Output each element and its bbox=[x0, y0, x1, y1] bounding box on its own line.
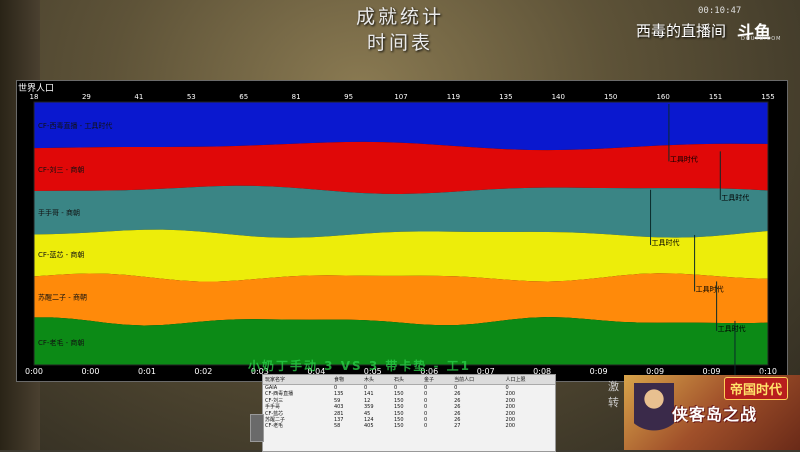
warrior-figure-icon bbox=[634, 383, 674, 447]
top-tick-label: 151 bbox=[709, 93, 722, 101]
stats-cell: 0 bbox=[505, 385, 509, 391]
time-tick-label: 0:00 bbox=[81, 367, 99, 376]
douyu-site-text: DOUYU.COM bbox=[741, 36, 782, 42]
promo-title: 侠客岛之战 bbox=[672, 405, 758, 424]
stats-row: CF-老毛 58 405 150 0 27 200 bbox=[263, 423, 555, 429]
stats-header-cell: 当前人口 bbox=[452, 375, 504, 385]
age-marker-label: 工具时代 bbox=[696, 284, 724, 293]
stats-header-cell: 金子 bbox=[422, 375, 453, 385]
top-tick-label: 119 bbox=[447, 93, 460, 101]
stats-cell: 0 bbox=[333, 385, 338, 391]
time-tick-label: 0:01 bbox=[138, 367, 156, 376]
stats-cell: 0 bbox=[454, 385, 458, 391]
time-tick-label: 0:02 bbox=[194, 367, 212, 376]
top-tick-label: 160 bbox=[656, 93, 669, 101]
top-tick-label: 65 bbox=[239, 93, 248, 101]
top-tick-label: 41 bbox=[134, 93, 143, 101]
stats-row: GAIA 0 0 0 0 0 0 bbox=[263, 385, 555, 392]
stats-cell: 0 bbox=[363, 385, 368, 391]
population-timeline-chart: 18 29 41 53 65 81 95 107 119 135 140 150 160 151 155 0:… bbox=[25, 93, 777, 379]
stats-cell: 58 bbox=[333, 423, 341, 430]
resource-stats-panel: 玩家名字 食物 木头 石头 金子 当前人口 人口上限 GAIA 0 0 0 0 0 0 CF-西毒直播 13… bbox=[262, 374, 556, 452]
series-band bbox=[34, 273, 768, 326]
scroll-handle[interactable] bbox=[250, 414, 264, 442]
time-tick-label: 0:00 bbox=[25, 367, 43, 376]
series-label: CF-西毒直播 - 工具时代 bbox=[38, 121, 112, 130]
series-band bbox=[34, 141, 768, 194]
side-text: 激 转 bbox=[608, 380, 619, 409]
series-label: 苏醒二子 - 商朝 bbox=[38, 292, 87, 301]
time-tick-label: 0:09 bbox=[590, 367, 608, 376]
stats-cell: 0 bbox=[424, 385, 428, 391]
top-tick-label: 140 bbox=[552, 93, 565, 101]
top-tick-label: 107 bbox=[394, 93, 407, 101]
top-tick-label: 155 bbox=[761, 93, 774, 101]
series-label: CF-蓝芯 - 商朝 bbox=[38, 250, 84, 259]
stats-cell: CF-老毛 bbox=[265, 423, 284, 430]
series-label: CF-老毛 - 商朝 bbox=[38, 338, 84, 347]
stats-body: GAIA 0 0 0 0 0 0 CF-西毒直播 135 141 150 0 26 200 CF-刘三 59 1… bbox=[263, 385, 555, 430]
stats-header-cell: 食物 bbox=[331, 375, 362, 385]
stats-cell: 27 bbox=[454, 423, 461, 430]
stream-overlay-text: 小奶丁手动 3 VS 3 带卡垫 - 工1 bbox=[248, 359, 472, 373]
top-tick-label: 135 bbox=[499, 93, 512, 101]
stats-cell: 150 bbox=[394, 423, 404, 430]
age-marker-label: 工具时代 bbox=[670, 154, 698, 163]
top-tick-label: 150 bbox=[604, 93, 617, 101]
promo-banner[interactable]: 帝国时代 侠客岛之战 bbox=[624, 375, 800, 450]
resource-stats-table: 玩家名字 食物 木头 石头 金子 当前人口 人口上限 GAIA 0 0 0 0 0 0 CF-西毒直播 13… bbox=[263, 375, 555, 430]
stats-cell: 200 bbox=[505, 423, 516, 430]
stats-header-cell: 人口上限 bbox=[503, 375, 555, 385]
stats-header-cell: 木头 bbox=[361, 375, 392, 385]
stats-cell: 0 bbox=[394, 385, 398, 391]
stats-header-cell: 石头 bbox=[392, 375, 423, 385]
stats-header-row: 玩家名字 食物 木头 石头 金子 当前人口 人口上限 bbox=[263, 375, 555, 385]
top-tick-label: 18 bbox=[30, 93, 39, 101]
streamer-room-name: 西毒的直播间 bbox=[636, 22, 727, 40]
game-clock: 00:10:47 bbox=[698, 6, 742, 16]
age-marker-label: 工具时代 bbox=[721, 193, 749, 202]
age-marker-label: 工具时代 bbox=[652, 238, 680, 247]
age-marker-label: 工具时代 bbox=[718, 324, 746, 333]
series-label: 手手哥 - 商朝 bbox=[38, 208, 80, 217]
stats-cell: 405 bbox=[363, 423, 374, 430]
top-tick-label: 81 bbox=[292, 93, 301, 101]
stats-header-cell: 玩家名字 bbox=[263, 375, 332, 385]
stats-cell: 0 bbox=[424, 423, 428, 430]
promo-badge: 帝国时代 bbox=[724, 377, 789, 400]
top-tick-label: 95 bbox=[344, 93, 353, 101]
series-label: CF-刘三 - 商朝 bbox=[38, 165, 84, 174]
top-tick-label: 53 bbox=[187, 93, 196, 101]
top-tick-label: 29 bbox=[82, 93, 91, 101]
